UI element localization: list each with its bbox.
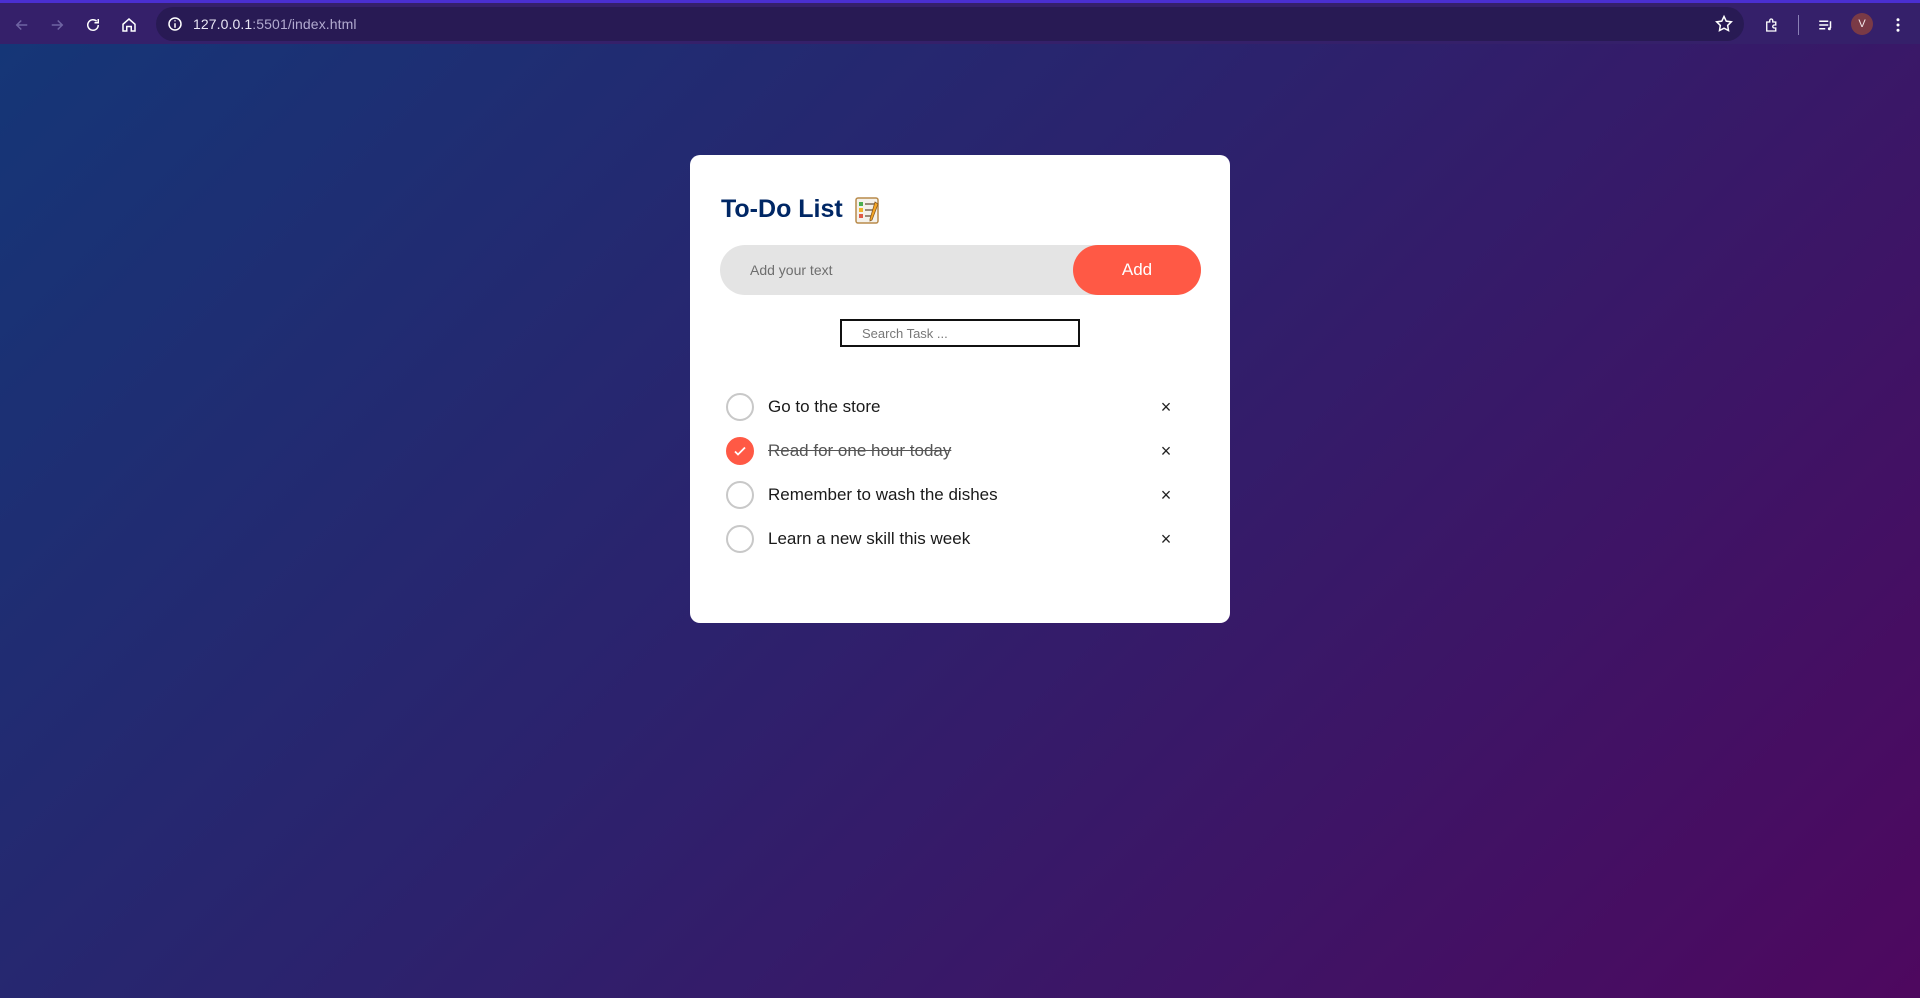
task-text: Read for one hour today — [768, 441, 952, 460]
checkbox-unchecked[interactable] — [726, 481, 754, 509]
close-icon[interactable]: × — [1156, 529, 1176, 549]
media-controls-button[interactable] — [1812, 11, 1840, 39]
media-controls-icon — [1819, 20, 1832, 31]
forward-arrow-icon — [51, 19, 64, 31]
home-button[interactable] — [115, 11, 143, 39]
todo-card: To-Do List Add Go to the store × — [690, 155, 1230, 623]
checkbox-unchecked[interactable] — [726, 393, 754, 421]
task-text: Go to the store — [768, 397, 881, 416]
task-item[interactable]: Go to the store × — [726, 385, 1176, 429]
checklist-icon — [854, 196, 879, 224]
home-icon — [122, 18, 136, 32]
browser-menu-button[interactable] — [1884, 11, 1912, 39]
profile-avatar[interactable]: V — [1851, 13, 1873, 35]
url-path: :5501/index.html — [252, 16, 357, 32]
add-task-row: Add — [720, 245, 1201, 295]
page-background: To-Do List Add Go to the store × — [0, 44, 1920, 998]
close-icon[interactable]: × — [1156, 485, 1176, 505]
reload-icon — [87, 19, 99, 31]
kebab-menu-icon — [1896, 18, 1900, 32]
task-text: Learn a new skill this week — [768, 529, 971, 548]
close-icon[interactable]: × — [1156, 441, 1176, 461]
task-item[interactable]: Learn a new skill this week × — [726, 517, 1176, 561]
back-button[interactable] — [8, 11, 36, 39]
url-host: 127.0.0.1 — [193, 16, 253, 32]
extensions-button[interactable] — [1758, 11, 1786, 39]
search-input[interactable] — [840, 319, 1080, 347]
task-list: Go to the store × Read for one hour toda… — [726, 385, 1176, 561]
checkbox-checked[interactable] — [726, 437, 754, 465]
extensions-icon — [1766, 18, 1777, 32]
url-text[interactable]: 127.0.0.1:5501/index.html — [193, 16, 357, 32]
checkbox-unchecked[interactable] — [726, 525, 754, 553]
close-icon[interactable]: × — [1156, 397, 1176, 417]
add-button[interactable]: Add — [1073, 245, 1201, 295]
reload-button[interactable] — [79, 11, 107, 39]
task-text: Remember to wash the dishes — [768, 485, 998, 504]
star-icon[interactable] — [1714, 14, 1734, 34]
title-row: To-Do List — [721, 195, 881, 224]
checkmark-icon — [734, 446, 746, 456]
task-item[interactable]: Remember to wash the dishes × — [726, 473, 1176, 517]
browser-toolbar: 127.0.0.1:5501/index.html V — [0, 0, 1920, 47]
task-item[interactable]: Read for one hour today × — [726, 429, 1176, 473]
back-arrow-icon — [15, 19, 28, 31]
info-icon[interactable] — [166, 15, 184, 33]
forward-button[interactable] — [43, 11, 71, 39]
add-task-input[interactable] — [720, 245, 1070, 295]
address-bar[interactable]: 127.0.0.1:5501/index.html — [156, 7, 1744, 41]
page-title: To-Do List — [721, 195, 843, 223]
toolbar-divider — [1798, 15, 1799, 35]
